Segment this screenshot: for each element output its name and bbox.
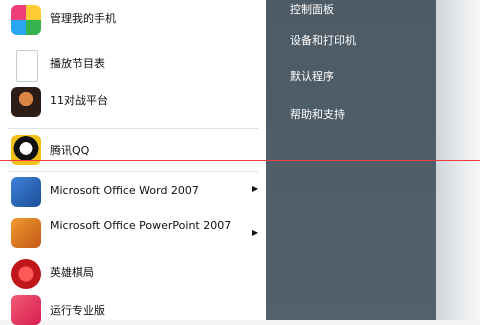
- app-row-phone-manager[interactable]: 管理我的手机: [0, 0, 266, 38]
- app-label-pro-app: 运行专业版: [50, 304, 105, 317]
- app-row-document[interactable]: 播放节目表: [0, 45, 266, 83]
- app-row-hero-game[interactable]: 英雄棋局: [0, 254, 266, 292]
- app-label-hero-game: 英雄棋局: [50, 266, 94, 279]
- app-row-powerpoint[interactable]: Microsoft Office PowerPoint 2007 ▶: [0, 212, 266, 254]
- right-item-devices-printers[interactable]: 设备和打印机: [290, 31, 420, 51]
- pro-app-icon: [11, 295, 41, 325]
- app-label-word: Microsoft Office Word 2007: [50, 184, 199, 197]
- document-icon: [16, 50, 38, 82]
- horizontal-guide-line: [0, 160, 480, 161]
- app-row-game-platform[interactable]: 11对战平台: [0, 82, 266, 120]
- submenu-arrow-icon: ▶: [252, 228, 259, 237]
- app-label-powerpoint: Microsoft Office PowerPoint 2007: [50, 219, 232, 232]
- right-item-default-programs[interactable]: 默认程序: [290, 67, 420, 87]
- hero-game-icon: [11, 259, 41, 289]
- submenu-arrow-icon: ▶: [252, 184, 259, 193]
- app-row-pro-app[interactable]: 运行专业版: [0, 292, 266, 325]
- app-label-qq: 腾讯QQ: [50, 144, 90, 157]
- word-icon: [11, 177, 41, 207]
- menu-divider: [8, 128, 258, 129]
- app-label-phone-manager: 管理我的手机: [50, 12, 116, 25]
- phone-manager-icon: [11, 5, 41, 35]
- right-item-help-support[interactable]: 帮助和支持: [290, 105, 420, 125]
- app-row-qq[interactable]: 腾讯QQ: [0, 130, 266, 168]
- powerpoint-icon: [11, 218, 41, 248]
- app-row-word[interactable]: Microsoft Office Word 2007 ▶: [0, 172, 266, 210]
- right-item-control-panel[interactable]: 控制面板: [290, 0, 420, 20]
- app-label-game-platform: 11对战平台: [50, 94, 108, 107]
- app-label-document: 播放节目表: [50, 57, 105, 70]
- game-platform-icon: [11, 87, 41, 117]
